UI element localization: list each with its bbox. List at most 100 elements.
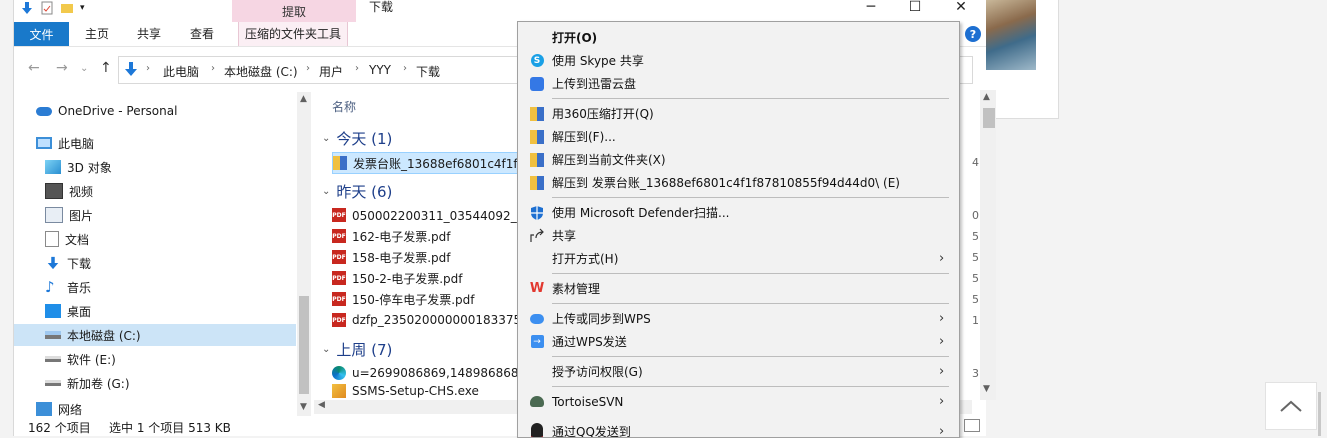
nav-music[interactable]: ♪ 音乐 <box>45 276 327 298</box>
nav-pictures[interactable]: 图片 <box>45 204 327 226</box>
menu-item-wps-send[interactable]: → 通过WPS发送 › <box>518 330 959 353</box>
onedrive-icon <box>36 107 52 116</box>
breadcrumb-users[interactable]: 用户 <box>319 63 343 80</box>
breadcrumb-separator: › <box>306 63 310 74</box>
nav-desktop[interactable]: 桌面 <box>45 300 327 322</box>
tab-view[interactable]: 查看 <box>190 22 214 46</box>
pc-icon <box>36 137 52 149</box>
file-detail-clip: 5 <box>972 272 979 285</box>
menu-item-defender-scan[interactable]: 使用 Microsoft Defender扫描... <box>518 201 959 224</box>
nav-documents[interactable]: 文档 <box>45 228 327 250</box>
chevron-right-icon: › <box>939 251 944 266</box>
tab-home[interactable]: 主页 <box>85 22 109 46</box>
menu-item-tortoisesvn[interactable]: TortoiseSVN › <box>518 390 959 413</box>
back-icon[interactable]: ← <box>28 60 40 76</box>
breadcrumb-local-disk[interactable]: 本地磁盘 (C:) <box>224 63 298 80</box>
menu-item-360-open[interactable]: 用360压缩打开(Q) <box>518 102 959 125</box>
help-icon[interactable]: ? <box>965 26 981 42</box>
new-folder-icon[interactable] <box>60 1 74 15</box>
list-item[interactable]: u=2699086869,1489868686 <box>332 363 526 383</box>
list-item[interactable]: PDF 050002200311_03544092_航 <box>332 205 529 225</box>
maximize-button[interactable]: ☐ <box>905 0 925 14</box>
menu-item-qq-send[interactable]: 通过QQ发送到 › <box>518 420 959 438</box>
menu-item-share[interactable]: 共享 <box>518 224 959 247</box>
scroll-up-icon[interactable]: ▲ <box>983 92 990 102</box>
nav-drive-e[interactable]: 软件 (E:) <box>45 348 327 370</box>
nav-network[interactable]: 网络 <box>36 402 318 416</box>
menu-item-give-access[interactable]: 授予访问权限(G) › <box>518 360 959 383</box>
properties-icon[interactable] <box>40 1 54 15</box>
menu-item-extract-to-folder[interactable]: 解压到 发票台账_13688ef6801c4f1f87810855f94d44d… <box>518 171 959 194</box>
exe-file-icon <box>332 384 346 398</box>
scroll-down-icon[interactable]: ▼ <box>300 402 307 412</box>
scroll-left-icon[interactable]: ◀ <box>318 400 325 410</box>
list-item[interactable]: PDF dzfp_23502000000018337504 <box>332 310 536 330</box>
list-item[interactable]: SSMS-Setup-CHS.exe <box>332 384 479 400</box>
menu-separator <box>552 386 949 387</box>
edge-file-icon <box>332 366 346 380</box>
nav-local-disk-c[interactable]: 本地磁盘 (C:) <box>14 324 296 346</box>
file-detail-clip: 0 <box>972 209 979 222</box>
list-item[interactable]: PDF 162-电子发票.pdf <box>332 226 451 246</box>
scroll-to-top-button[interactable] <box>1265 382 1317 430</box>
menu-separator <box>552 273 949 274</box>
breadcrumb-downloads[interactable]: 下载 <box>416 63 440 80</box>
menu-item-extract-here[interactable]: 解压到当前文件夹(X) <box>518 148 959 171</box>
zip-file-icon <box>333 156 347 170</box>
customize-qat-icon[interactable]: ▾ <box>80 3 85 13</box>
file-detail-clip: 4 <box>972 156 979 169</box>
address-bar[interactable]: › 此电脑 › 本地磁盘 (C:) › 用户 › YYY › 下载 <box>118 56 520 84</box>
search-box[interactable] <box>960 56 973 84</box>
list-item[interactable]: PDF 150-2-电子发票.pdf <box>332 268 462 288</box>
menu-item-material-manage[interactable]: W 素材管理 <box>518 277 959 300</box>
tab-share[interactable]: 共享 <box>137 22 161 46</box>
nav-downloads[interactable]: 下载 <box>45 252 327 274</box>
group-yesterday[interactable]: ⌄ 昨天 (6) <box>322 181 392 202</box>
recent-locations-icon[interactable]: ⌄ <box>80 63 88 74</box>
page-scrollbar[interactable] <box>1318 392 1321 436</box>
window-title: 下载 <box>369 0 393 16</box>
background-photo <box>986 0 1036 70</box>
menu-item-open-with[interactable]: 打开方式(H) › <box>518 247 959 270</box>
list-item[interactable]: PDF 150-停车电子发票.pdf <box>332 289 475 309</box>
3d-objects-icon <box>45 160 61 174</box>
menu-item-extract-to[interactable]: 解压到(F)... <box>518 125 959 148</box>
column-header-name[interactable]: 名称 <box>332 98 356 115</box>
scroll-up-icon[interactable]: ▲ <box>300 94 307 104</box>
close-button[interactable]: ✕ <box>951 0 971 14</box>
group-last-week[interactable]: ⌄ 上周 (7) <box>322 339 392 360</box>
wps-icon: W <box>529 281 545 297</box>
quick-access-toolbar: ▾ <box>20 0 85 16</box>
pdf-file-icon: PDF <box>332 292 346 306</box>
documents-icon <box>45 231 59 247</box>
file-scrollbar-thumb[interactable] <box>983 108 995 128</box>
list-item[interactable]: PDF 158-电子发票.pdf <box>332 247 451 267</box>
nav-3d-objects[interactable]: 3D 对象 <box>45 156 327 178</box>
nav-videos[interactable]: 视频 <box>45 180 327 202</box>
nav-drive-g[interactable]: 新加卷 (G:) <box>45 372 327 394</box>
nav-scrollbar-thumb[interactable] <box>299 296 309 394</box>
scroll-down-icon[interactable]: ▼ <box>983 384 990 394</box>
360zip-icon <box>529 175 545 191</box>
chevron-right-icon: › <box>939 334 944 349</box>
tab-file[interactable]: 文件 <box>14 22 69 46</box>
chevron-down-icon: ⌄ <box>322 133 330 144</box>
menu-item-wps-sync[interactable]: 上传或同步到WPS › <box>518 307 959 330</box>
list-item[interactable]: 发票台账_13688ef6801c4f1f87 <box>332 152 538 174</box>
details-view-icon[interactable] <box>964 419 980 432</box>
nav-this-pc[interactable]: 此电脑 <box>36 132 318 154</box>
file-vertical-scrollbar[interactable] <box>980 90 996 400</box>
breadcrumb-this-pc[interactable]: 此电脑 <box>163 63 199 80</box>
minimize-button[interactable]: ─ <box>861 0 881 14</box>
menu-item-open[interactable]: 打开(O) <box>518 26 959 49</box>
down-arrow-icon[interactable] <box>20 1 34 15</box>
menu-item-thunder-cloud[interactable]: 上传到迅雷云盘 <box>518 72 959 95</box>
menu-item-skype-share[interactable]: S 使用 Skype 共享 <box>518 49 959 72</box>
group-today[interactable]: ⌄ 今天 (1) <box>322 128 392 149</box>
extract-context-tab[interactable]: 提取 <box>232 0 356 22</box>
tab-compressed-folder-tools[interactable]: 压缩的文件夹工具 <box>238 22 348 46</box>
breadcrumb-user[interactable]: YYY <box>369 63 391 77</box>
forward-icon[interactable]: → <box>56 60 68 76</box>
up-icon[interactable]: ↑ <box>100 60 112 76</box>
nav-onedrive[interactable]: OneDrive - Personal <box>36 100 318 122</box>
